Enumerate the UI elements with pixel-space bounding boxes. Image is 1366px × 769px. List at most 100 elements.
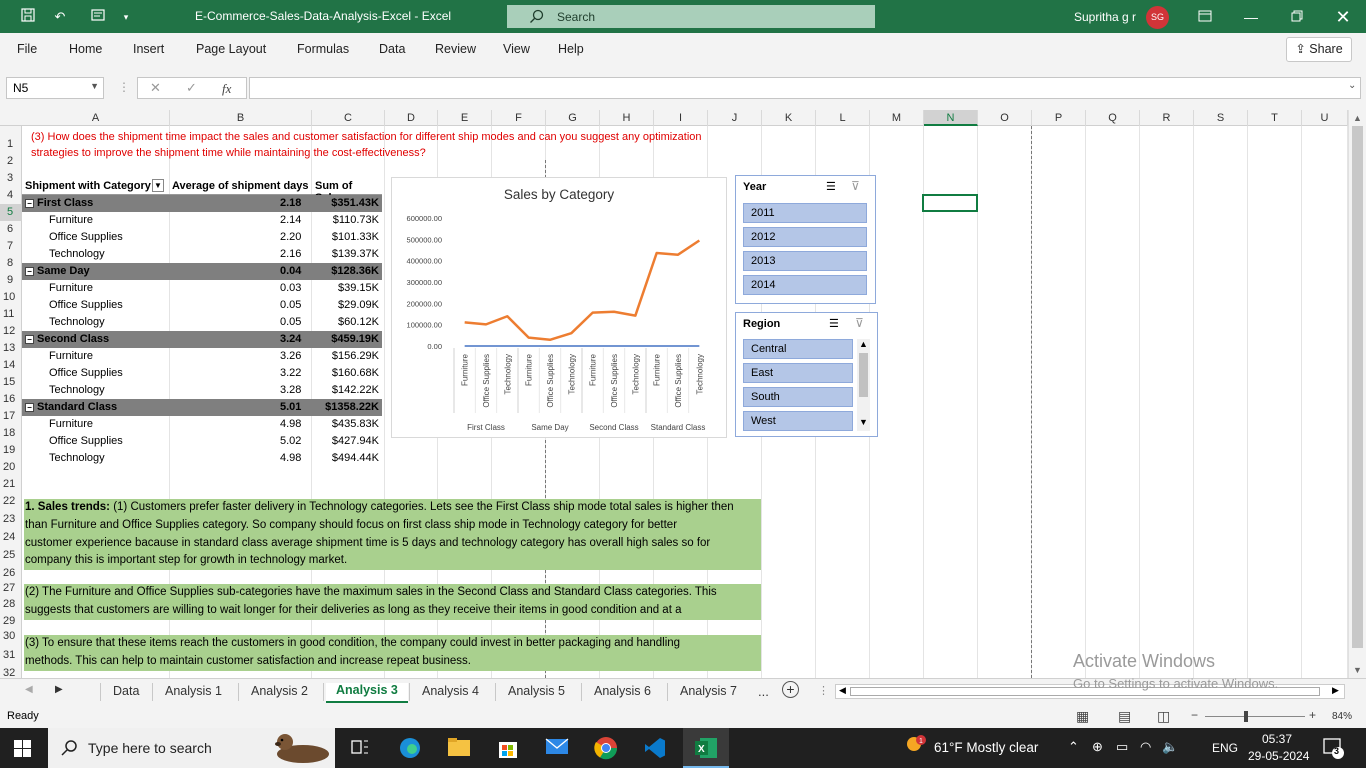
tab-insert[interactable]: Insert [133, 42, 164, 56]
column-header-r[interactable]: R [1140, 110, 1194, 126]
row-header-14[interactable]: 14 [0, 357, 22, 374]
tab-help[interactable]: Help [558, 42, 584, 56]
column-header-d[interactable]: D [385, 110, 438, 126]
clear-filter-icon[interactable]: ⊽ [855, 316, 864, 330]
column-header-h[interactable]: H [600, 110, 654, 126]
pivot-detail-row[interactable]: Technology4.98$494.44K [22, 450, 382, 467]
selected-cell[interactable] [922, 194, 978, 212]
row-header-1[interactable]: 1 [0, 136, 22, 153]
collapse-icon[interactable]: − [25, 199, 34, 208]
sheet-tab-analysis-1[interactable]: Analysis 1 [165, 684, 222, 698]
mail-icon[interactable] [545, 736, 571, 760]
scroll-up-icon[interactable]: ▲ [859, 339, 868, 349]
row-header-23[interactable]: 23 [0, 511, 22, 528]
pivot-detail-row[interactable]: Technology0.05$60.12K [22, 314, 382, 331]
slicer-scrollbar[interactable]: ▲ ▼ [857, 339, 870, 431]
zoom-slider[interactable] [1205, 716, 1305, 717]
tab-data[interactable]: Data [379, 42, 405, 56]
sheet-tab-analysis-6[interactable]: Analysis 6 [594, 684, 651, 698]
slicer-item-west[interactable]: West [743, 411, 853, 431]
collapse-icon[interactable]: − [25, 335, 34, 344]
region-slicer[interactable]: Region ☰ ⊽ Central East South West ▲ ▼ [735, 312, 878, 437]
multi-select-icon[interactable]: ☰ [826, 180, 836, 193]
slicer-item-east[interactable]: East [743, 363, 853, 383]
pivot-group-row[interactable]: −Same Day0.04$128.36K [22, 263, 382, 280]
next-sheet-icon[interactable]: ▶ [55, 684, 63, 695]
row-header-4[interactable]: 4 [0, 187, 22, 204]
pivot-detail-row[interactable]: Furniture2.14$110.73K [22, 212, 382, 229]
battery-icon[interactable]: ▭ [1116, 739, 1128, 755]
volume-icon[interactable]: 🔈 [1162, 739, 1178, 755]
scroll-thumb[interactable] [1352, 126, 1363, 648]
edge-browser-icon[interactable] [398, 736, 424, 760]
column-header-j[interactable]: J [708, 110, 762, 126]
page-layout-view-icon[interactable]: ▤ [1118, 708, 1131, 725]
pivot-detail-row[interactable]: Office Supplies0.05$29.09K [22, 297, 382, 314]
windows-start-icon[interactable] [14, 740, 31, 760]
sheet-tab-analysis-5[interactable]: Analysis 5 [508, 684, 565, 698]
prev-sheet-icon[interactable]: ◀ [25, 684, 33, 695]
slicer-item-central[interactable]: Central [743, 339, 853, 359]
pivot-detail-row[interactable]: Office Supplies3.22$160.68K [22, 365, 382, 382]
maximize-button[interactable] [1282, 6, 1312, 28]
share-button[interactable]: ⇪ Share [1286, 37, 1352, 62]
name-box[interactable]: N5▼ [6, 77, 104, 99]
column-header-o[interactable]: O [978, 110, 1032, 126]
sheet-tab-analysis-3[interactable]: Analysis 3 [326, 683, 408, 703]
chrome-icon[interactable] [594, 736, 620, 760]
tab-review[interactable]: Review [435, 42, 476, 56]
column-header-p[interactable]: P [1032, 110, 1086, 126]
row-header-9[interactable]: 9 [0, 272, 22, 289]
row-header-18[interactable]: 18 [0, 425, 22, 442]
weather-icon[interactable]: 1 [902, 734, 928, 763]
row-header-6[interactable]: 6 [0, 221, 22, 238]
pivot-detail-row[interactable]: Office Supplies5.02$427.94K [22, 433, 382, 450]
save-icon[interactable] [18, 7, 38, 27]
customize-toolbar-icon[interactable]: ▾ [116, 7, 136, 27]
row-header-25[interactable]: 25 [0, 547, 22, 564]
slicer-item-2011[interactable]: 2011 [743, 203, 867, 223]
clock-time[interactable]: 05:37 [1262, 732, 1292, 746]
normal-view-icon[interactable]: ▦ [1076, 708, 1089, 725]
column-header-s[interactable]: S [1194, 110, 1248, 126]
scroll-up-icon[interactable]: ▲ [1353, 113, 1362, 123]
scroll-down-icon[interactable]: ▼ [859, 417, 868, 427]
pivot-detail-row[interactable]: Technology3.28$142.22K [22, 382, 382, 399]
sheet-tab-analysis-7[interactable]: Analysis 7 [680, 684, 737, 698]
zoom-out-icon[interactable]: − [1191, 708, 1198, 722]
row-header-12[interactable]: 12 [0, 323, 22, 340]
undo-icon[interactable]: ↶ [50, 7, 70, 27]
scroll-thumb[interactable] [859, 353, 868, 397]
row-header-7[interactable]: 7 [0, 238, 22, 255]
sales-by-category-chart[interactable]: Sales by Category 0.00100000.00200000.00… [391, 177, 727, 438]
column-header-g[interactable]: G [546, 110, 600, 126]
row-header-16[interactable]: 16 [0, 391, 22, 408]
column-header-n[interactable]: N [924, 110, 978, 126]
multi-select-icon[interactable]: ☰ [829, 317, 839, 330]
slicer-item-south[interactable]: South [743, 387, 853, 407]
tab-page-layout[interactable]: Page Layout [196, 42, 266, 56]
user-name[interactable]: Supritha g r [1074, 10, 1136, 24]
filter-dropdown-icon[interactable]: ▼ [152, 179, 164, 192]
pivot-detail-row[interactable]: Furniture0.03$39.15K [22, 280, 382, 297]
column-header-m[interactable]: M [870, 110, 924, 126]
column-header-t[interactable]: T [1248, 110, 1302, 126]
series-line-sales[interactable] [465, 241, 700, 340]
row-header-17[interactable]: 17 [0, 408, 22, 425]
pivot-group-row[interactable]: −First Class2.18$351.43K [22, 195, 382, 212]
sheet-tab-analysis-4[interactable]: Analysis 4 [422, 684, 479, 698]
wifi-icon[interactable]: ◠ [1140, 739, 1151, 755]
row-header-13[interactable]: 13 [0, 340, 22, 357]
row-header-11[interactable]: 11 [0, 306, 22, 323]
tab-file[interactable]: File [17, 42, 37, 56]
row-header-30[interactable]: 30 [0, 628, 22, 645]
task-view-icon[interactable] [349, 736, 375, 760]
slicer-item-2013[interactable]: 2013 [743, 251, 867, 271]
column-header-c[interactable]: C [312, 110, 385, 126]
row-header-15[interactable]: 15 [0, 374, 22, 391]
column-header-b[interactable]: B [170, 110, 312, 126]
column-header-l[interactable]: L [816, 110, 870, 126]
clock-date[interactable]: 29-05-2024 [1248, 749, 1309, 763]
column-header-a[interactable]: A [22, 110, 170, 126]
pivot-group-row[interactable]: −Standard Class5.01$1358.22K [22, 399, 382, 416]
